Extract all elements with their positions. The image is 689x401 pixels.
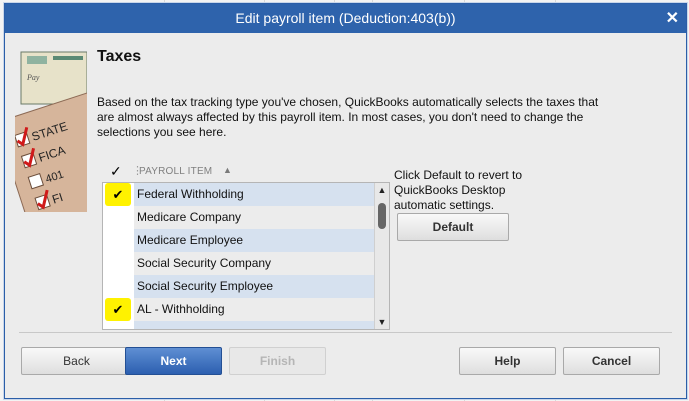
list-item-label [134,321,377,329]
help-button[interactable]: Help [459,347,556,375]
list-item[interactable] [103,321,389,329]
checkmark-icon[interactable]: ✔ [105,298,131,321]
empty-checkbox[interactable] [103,229,133,252]
scroll-up-icon[interactable]: ▲ [375,183,389,197]
list-item[interactable]: ✔ AL - Withholding [103,298,389,321]
list-item-label: Federal Withholding [134,183,377,206]
header-checkmark-icon[interactable]: ✓ [110,163,122,180]
vertical-scrollbar[interactable]: ▲ ▼ [374,183,389,329]
scroll-thumb[interactable] [378,203,386,229]
list-body: ✔ Federal Withholding Medicare Company M… [102,182,390,330]
tax-forms-illustration: Pay STATE FICA 401 FI [15,46,87,212]
back-button[interactable]: Back [21,347,132,375]
empty-checkbox[interactable] [103,252,133,275]
title-bar: Edit payroll item (Deduction:403(b)) ✕ [5,4,686,33]
page-description: Based on the tax tracking type you've ch… [97,95,599,139]
column-header-payroll-item[interactable]: PAYROLL ITEM [139,166,212,177]
list-header: ✓ ⋮ PAYROLL ITEM ▲ [99,163,384,181]
close-icon[interactable]: ✕ [666,4,679,33]
window-title: Edit payroll item (Deduction:403(b)) [235,10,456,26]
finish-button[interactable]: Finish [229,347,326,375]
list-item-label: Social Security Employee [134,275,377,298]
checkmark-icon[interactable]: ✔ [105,183,131,206]
empty-checkbox[interactable] [103,275,133,298]
scroll-down-icon[interactable]: ▼ [375,315,389,329]
list-item-label: Medicare Employee [134,229,377,252]
cancel-button[interactable]: Cancel [563,347,660,375]
payroll-item-list: ✓ ⋮ PAYROLL ITEM ▲ ✔ Federal Withholding… [99,163,390,330]
default-hint-text: Click Default to revert to QuickBooks De… [394,168,523,212]
list-item[interactable]: Medicare Employee [103,229,389,252]
list-item[interactable]: Social Security Company [103,252,389,275]
list-item[interactable]: Medicare Company [103,206,389,229]
empty-checkbox[interactable] [103,321,133,329]
footer-divider [19,332,672,333]
list-item[interactable]: ✔ Federal Withholding [103,183,389,206]
list-item-label: AL - Withholding [134,298,377,321]
list-item-label: Social Security Company [134,252,377,275]
empty-checkbox[interactable] [103,206,133,229]
next-button[interactable]: Next [125,347,222,375]
sort-ascending-icon[interactable]: ▲ [223,165,232,175]
page-title: Taxes [97,48,142,65]
edit-payroll-item-dialog: Edit payroll item (Deduction:403(b)) ✕ P… [4,3,687,399]
svg-text:Pay: Pay [26,73,40,82]
list-item-label: Medicare Company [134,206,377,229]
default-button[interactable]: Default [397,213,509,241]
list-item[interactable]: Social Security Employee [103,275,389,298]
